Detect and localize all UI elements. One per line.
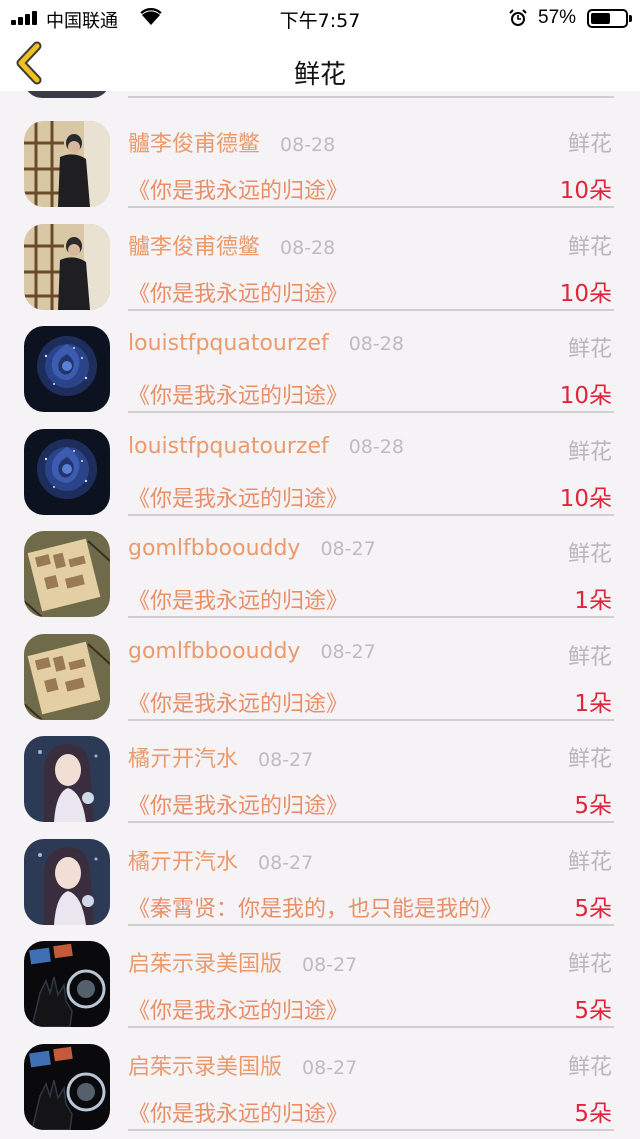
gift-type-label: 鲜花 <box>567 542 612 567</box>
username-text[interactable]: gomlfbboouddy <box>128 639 300 664</box>
date-label: 08-28 <box>280 134 336 156</box>
username-text[interactable]: 启茱示录美国版 <box>128 952 282 977</box>
work-title-link[interactable]: 《秦霄贤：你是我的，也只能是我的》 <box>128 891 502 923</box>
date-label: 08-28 <box>280 236 336 259</box>
work-title-link[interactable]: 《你是我永远的归途》 <box>128 788 348 820</box>
gift-type-label: 鲜花 <box>567 849 612 875</box>
date-label: 08-27 <box>258 851 314 874</box>
flower-count: 10朵 <box>559 383 612 409</box>
work-title-link[interactable]: 《你是我永远的归途》 <box>128 276 348 308</box>
avatar-anime-girl[interactable] <box>24 736 110 822</box>
nav-bar: 鲜花 <box>0 36 640 91</box>
avatar-hand-screen[interactable] <box>24 941 110 1027</box>
gift-type-label: 鲜花 <box>567 1054 612 1080</box>
avatar-hand-screen[interactable] <box>24 1043 110 1130</box>
flower-count: 10朵 <box>559 280 612 307</box>
username-text[interactable]: louistfpquatourzef <box>128 331 329 356</box>
battery-percent: 57% <box>538 7 577 28</box>
list-item[interactable]: 髗李俊甫德鳖 08-28 鲜花 《你是我永远的归途》 10朵 <box>0 99 640 208</box>
username[interactable]: 髗李俊甫德鳖 08-28 <box>128 229 335 261</box>
work-title-link[interactable]: 《你是我永远的归途》 <box>128 378 348 410</box>
date-label: 08-27 <box>258 749 314 771</box>
username-text[interactable]: louistfpquatourzef <box>128 434 329 459</box>
work-title-link[interactable]: 《你是我永远的归途》 <box>128 481 348 513</box>
username[interactable]: 启茱示录美国版 08-27 <box>128 1049 357 1081</box>
alarm-icon <box>509 9 527 26</box>
username[interactable]: gomlfbboouddy 08-27 <box>128 639 376 664</box>
date-label: 08-27 <box>302 954 358 976</box>
date-label: 08-27 <box>320 538 376 560</box>
list-item[interactable]: 启茱示录美国版 08-27 鲜花 《你是我永远的归途》 5朵 <box>0 919 640 1028</box>
flower-count: 5朵 <box>574 1100 612 1127</box>
gift-type-label: 鲜花 <box>567 439 612 465</box>
username-text[interactable]: 髗李俊甫德鳖 <box>128 132 260 157</box>
list-item[interactable]: 启茱示录美国版 08-27 鲜花 《你是我永远的归途》 5朵 <box>0 1022 640 1131</box>
username-text[interactable]: 启茱示录美国版 <box>128 1055 282 1080</box>
list-item[interactable]: 橘亓开汽水 08-27 鲜花 《你是我永远的归途》 5朵 <box>0 714 640 823</box>
flower-count: 10朵 <box>559 485 612 512</box>
username-text[interactable]: gomlfbboouddy <box>128 536 300 561</box>
list-item[interactable]: louistfpquatourzef 08-28 鲜花 《你是我永远的归途》 10… <box>0 304 640 413</box>
username-text[interactable]: 髗李俊甫德鳖 <box>128 235 260 260</box>
work-title-link[interactable]: 《你是我永远的归途》 <box>128 686 348 718</box>
status-bar: 中国联通 下午7:57 57% <box>0 0 640 36</box>
list-item[interactable]: louistfpquatourzef 08-28 鲜花 《你是我永远的归途》 10… <box>0 407 640 516</box>
username-text[interactable]: 橘亓开汽水 <box>128 850 238 875</box>
flower-count: 1朵 <box>574 588 612 614</box>
gift-type-label: 鲜花 <box>567 644 612 670</box>
gift-type-label: 鲜花 <box>567 747 612 772</box>
avatar-blue-rose[interactable] <box>24 326 110 412</box>
username[interactable]: gomlfbboouddy 08-27 <box>128 536 376 561</box>
flower-count: 5朵 <box>574 998 612 1024</box>
divider <box>128 1128 614 1131</box>
divider <box>128 96 614 98</box>
work-title-link[interactable]: 《你是我永远的归途》 <box>128 173 348 205</box>
list-item[interactable]: 橘亓开汽水 08-27 鲜花 《秦霄贤：你是我的，也只能是我的》 5朵 <box>0 817 640 926</box>
gift-type-label: 鲜花 <box>567 132 612 157</box>
username-text[interactable]: 橘亓开汽水 <box>128 747 238 772</box>
gift-type-label: 鲜花 <box>567 337 612 362</box>
username[interactable]: louistfpquatourzef 08-28 <box>128 331 404 356</box>
avatar-man-by-window[interactable] <box>24 121 110 207</box>
avatar-wooden-box[interactable] <box>24 531 110 617</box>
page-title: 鲜花 <box>293 60 346 90</box>
gift-type-label: 鲜花 <box>567 952 612 977</box>
username[interactable]: 橘亓开汽水 08-27 <box>128 844 313 876</box>
work-title-link[interactable]: 《你是我永远的归途》 <box>128 1096 348 1128</box>
gift-type-label: 鲜花 <box>567 234 612 260</box>
flower-count: 5朵 <box>574 793 612 819</box>
username[interactable]: 髗李俊甫德鳖 08-28 <box>128 126 335 158</box>
flower-gift-list[interactable]: 髗李俊甫德鳖 08-28 鲜花 《你是我永远的归途》 10朵 髗李俊甫德鳖 08-2… <box>0 91 640 1139</box>
date-label: 08-28 <box>348 435 404 458</box>
list-item[interactable]: 髗李俊甫德鳖 08-28 鲜花 《你是我永远的归途》 10朵 <box>0 202 640 311</box>
flower-count: 10朵 <box>559 178 612 204</box>
username[interactable]: 橘亓开汽水 08-27 <box>128 741 313 773</box>
flower-count: 5朵 <box>574 895 612 922</box>
list-item[interactable]: gomlfbboouddy 08-27 鲜花 《你是我永远的归途》 1朵 <box>0 612 640 721</box>
username[interactable]: 启茱示录美国版 08-27 <box>128 946 357 978</box>
date-label: 08-28 <box>348 333 404 355</box>
list-item-partial <box>0 91 640 99</box>
work-title-link[interactable]: 《你是我永远的归途》 <box>128 583 348 615</box>
avatar <box>24 91 110 98</box>
list-item[interactable]: gomlfbboouddy 08-27 鲜花 《你是我永远的归途》 1朵 <box>0 509 640 618</box>
avatar-man-by-window[interactable] <box>24 223 110 310</box>
avatar-anime-girl[interactable] <box>24 838 110 925</box>
avatar-blue-rose[interactable] <box>24 428 110 515</box>
avatar-wooden-box[interactable] <box>24 633 110 720</box>
battery-icon <box>587 9 632 28</box>
username[interactable]: louistfpquatourzef 08-28 <box>128 434 404 459</box>
flower-count: 1朵 <box>574 690 612 717</box>
work-title-link[interactable]: 《你是我永远的归途》 <box>128 993 348 1025</box>
date-label: 08-27 <box>302 1056 358 1079</box>
date-label: 08-27 <box>320 640 376 663</box>
